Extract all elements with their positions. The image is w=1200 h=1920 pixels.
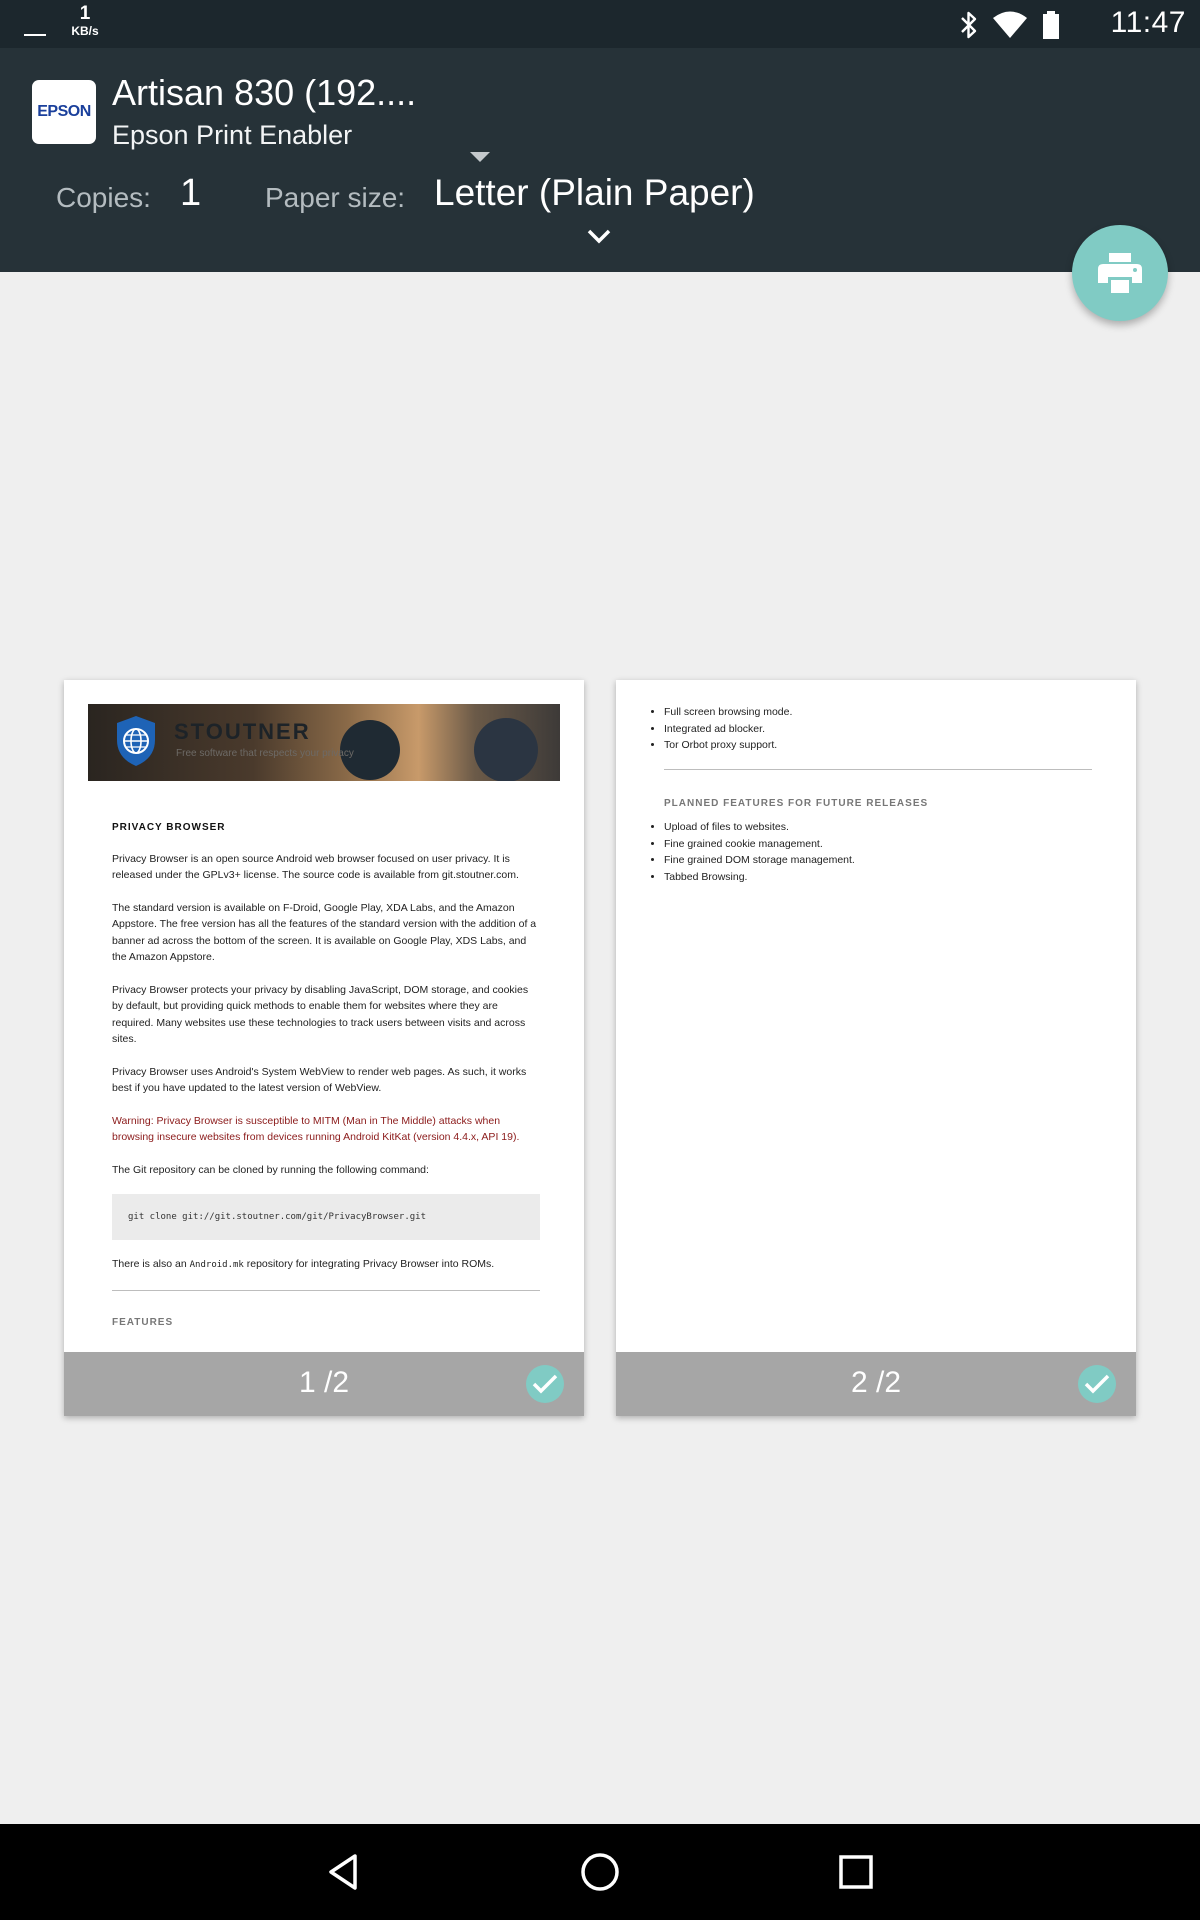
print-button[interactable]: [1072, 225, 1168, 321]
inline-code: Android.mk: [189, 1260, 244, 1270]
planned-feature-list: Upload of files to websites. Fine graine…: [640, 819, 855, 885]
recents-icon: [839, 1855, 873, 1889]
banner-plant-pot: [474, 718, 538, 781]
recents-button[interactable]: [832, 1848, 880, 1896]
site-banner: STOUTNER Free software that respects you…: [88, 704, 560, 781]
network-speed: 1 KB/s: [68, 4, 102, 37]
back-icon: [329, 1854, 357, 1890]
paper-size-select[interactable]: Letter (Plain Paper): [434, 172, 755, 214]
paragraph: The Git repository can be cloned by runn…: [112, 1163, 429, 1176]
list-item: Integrated ad blocker.: [664, 721, 792, 738]
print-options-header: EPSON Artisan 830 (192.... Epson Print E…: [0, 48, 1200, 272]
bluetooth-icon: [961, 11, 977, 39]
page-footer: 2 /2: [616, 1352, 1136, 1416]
wifi-icon: [993, 11, 1027, 38]
paragraph: Privacy Browser uses Android's System We…: [112, 1065, 527, 1095]
page-preview-2[interactable]: Full screen browsing mode. Integrated ad…: [616, 680, 1136, 1416]
page-1-body: PRIVACY BROWSER Privacy Browser is an op…: [112, 820, 540, 1331]
warning-paragraph: Warning: Privacy Browser is susceptible …: [112, 1114, 520, 1144]
list-item: Tor Orbot proxy support.: [664, 737, 792, 754]
page-number: 1 /2: [298, 1366, 350, 1399]
printer-name[interactable]: Artisan 830 (192....: [112, 72, 416, 114]
section-heading: PLANNED FEATURES FOR FUTURE RELEASES: [664, 798, 929, 809]
printer-logo: EPSON: [32, 80, 96, 144]
page-selected-checkbox[interactable]: [1078, 1365, 1116, 1403]
list-item: Upload of files to websites.: [664, 819, 855, 836]
check-icon: [532, 1374, 558, 1394]
page-preview-1[interactable]: STOUTNER Free software that respects you…: [64, 680, 584, 1416]
divider: [112, 1289, 540, 1291]
home-button[interactable]: [576, 1848, 624, 1896]
navigation-bar: [0, 1824, 1200, 1920]
list-item: Full screen browsing mode.: [664, 704, 792, 721]
paragraph: The standard version is available on F-D…: [112, 901, 537, 964]
paper-size-label: Paper size:: [265, 182, 406, 213]
paragraph: There is also an Android.mk repository f…: [112, 1256, 540, 1274]
notification-dash-icon: [24, 34, 46, 36]
status-bar: 1 KB/s 11:47: [0, 0, 1200, 48]
network-speed-unit: KB/s: [71, 24, 99, 38]
page-number: 2 /2: [850, 1366, 902, 1399]
network-speed-value: 1: [79, 3, 91, 24]
feature-list: Full screen browsing mode. Integrated ad…: [640, 704, 792, 754]
status-icons: [960, 8, 1060, 42]
back-button[interactable]: [320, 1848, 368, 1896]
copies-input[interactable]: 1: [180, 172, 201, 215]
page-heading: PRIVACY BROWSER: [112, 822, 226, 833]
printer-dropdown-icon[interactable]: [470, 152, 490, 162]
list-item: Tabbed Browsing.: [664, 869, 855, 886]
list-item: Fine grained DOM storage management.: [664, 852, 855, 869]
text-fragment: repository for integrating Privacy Brows…: [246, 1258, 495, 1270]
clock: 11:47: [1110, 6, 1186, 39]
page-footer: 1 /2: [64, 1352, 584, 1416]
list-item: Fine grained cookie management.: [664, 836, 855, 853]
section-heading: FEATURES: [112, 1316, 174, 1328]
page-selected-checkbox[interactable]: [526, 1365, 564, 1403]
code-block: git clone git://git.stoutner.com/git/Pri…: [112, 1194, 540, 1240]
print-service-name[interactable]: Epson Print Enabler: [112, 120, 352, 151]
copies-label: Copies:: [56, 182, 151, 213]
banner-title: STOUTNER: [174, 719, 311, 744]
text-fragment: There is also an: [112, 1258, 187, 1270]
print-icon: [1098, 253, 1142, 293]
expand-options-chevron-icon[interactable]: [586, 228, 612, 246]
banner-tagline: Free software that respects your privacy: [176, 748, 354, 759]
check-icon: [1084, 1374, 1110, 1394]
home-icon: [581, 1853, 619, 1891]
battery-icon: [1043, 11, 1059, 39]
paragraph: Privacy Browser is an open source Androi…: [112, 852, 519, 882]
paragraph: Privacy Browser protects your privacy by…: [112, 983, 529, 1046]
shield-globe-icon: [117, 716, 155, 766]
divider: [664, 769, 1092, 770]
